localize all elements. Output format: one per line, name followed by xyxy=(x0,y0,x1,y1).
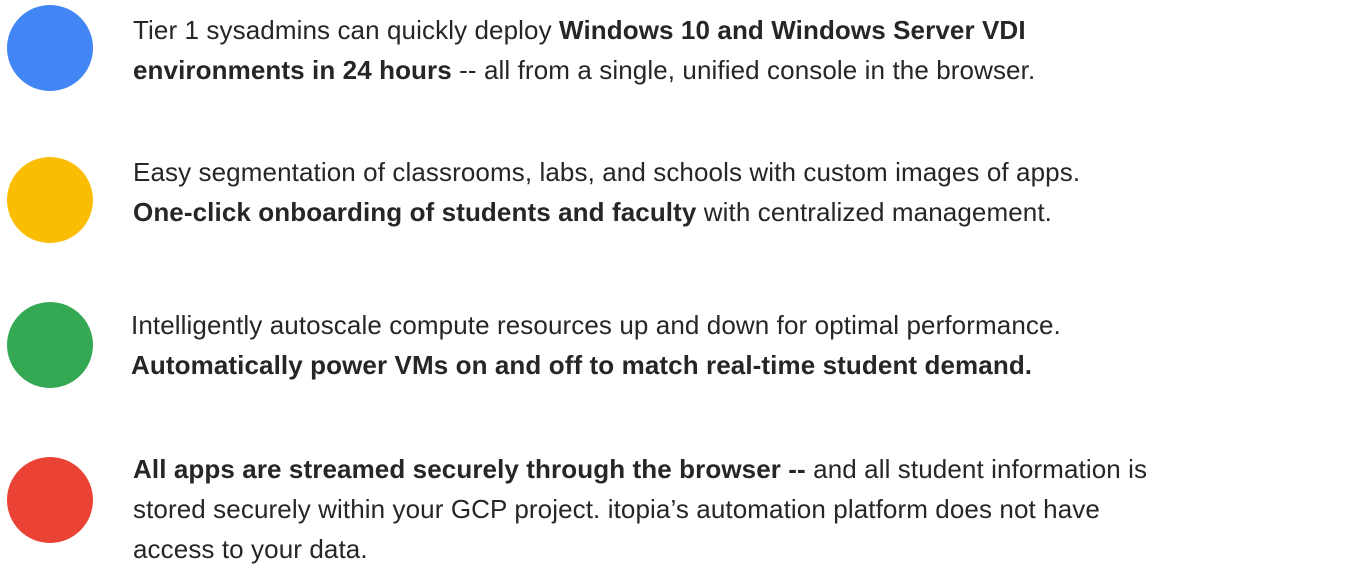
text-bold-segment: Windows 10 and Windows Server VDI xyxy=(559,15,1026,45)
text-bold-segment: All apps are streamed securely through t… xyxy=(133,454,806,484)
feature-text-security: All apps are streamed securely through t… xyxy=(133,449,1333,569)
text-bold-segment: environments in 24 hours xyxy=(133,55,452,85)
text-bold-segment: Automatically power VMs on and off to ma… xyxy=(131,350,1033,380)
text-segment: Easy segmentation of classrooms, labs, a… xyxy=(133,157,1081,187)
yellow-circle-icon xyxy=(7,157,93,243)
text-segment: Tier 1 sysadmins can quickly deploy xyxy=(133,15,560,45)
green-circle-icon xyxy=(7,302,93,388)
text-segment: -- all from a single, unified console in… xyxy=(451,55,1036,85)
text-segment: Intelligently autoscale compute resource… xyxy=(131,310,1061,340)
text-segment: and all student information is xyxy=(805,454,1148,484)
feature-text-autoscale: Intelligently autoscale compute resource… xyxy=(131,305,1331,385)
feature-text-segmentation: Easy segmentation of classrooms, labs, a… xyxy=(133,152,1333,232)
text-segment: access to your data. xyxy=(133,534,368,564)
text-segment: with centralized management. xyxy=(696,197,1052,227)
feature-text-deploy: Tier 1 sysadmins can quickly deploy Wind… xyxy=(133,10,1333,90)
blue-circle-icon xyxy=(7,5,93,91)
red-circle-icon xyxy=(7,457,93,543)
text-bold-segment: One-click onboarding of students and fac… xyxy=(133,197,697,227)
text-segment: stored securely within your GCP project.… xyxy=(133,494,1100,524)
